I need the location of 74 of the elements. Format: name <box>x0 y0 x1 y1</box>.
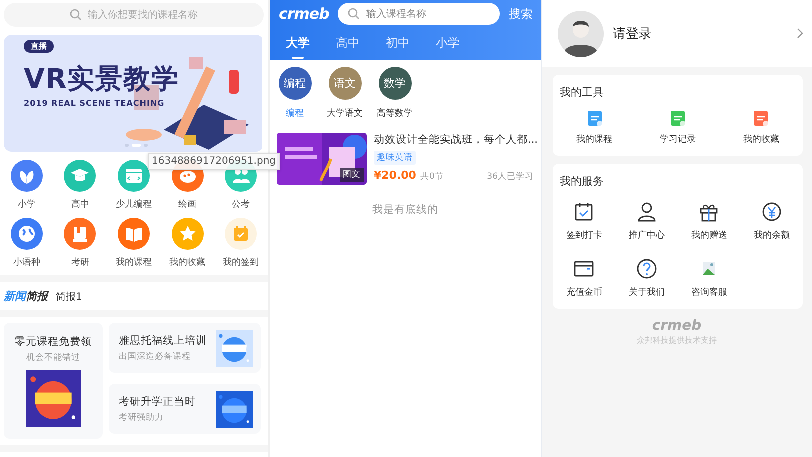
profile-bar[interactable]: 请登录 <box>542 0 812 67</box>
calendar-check-icon[interactable] <box>573 201 596 223</box>
shortcut-label[interactable]: 小学 <box>18 198 36 211</box>
tool-label[interactable]: 学习记录 <box>660 133 696 146</box>
tool-label[interactable]: 我的课程 <box>576 133 613 146</box>
search-icon <box>348 8 360 20</box>
section-title: 我的工具 <box>559 85 605 100</box>
category-label[interactable]: 编程 <box>286 107 304 120</box>
document-icon[interactable] <box>586 110 603 127</box>
shortcut-label[interactable]: 考研 <box>71 256 90 269</box>
search-field[interactable]: 输入课程名称 <box>338 3 500 25</box>
category-label[interactable]: 大学语文 <box>327 107 363 120</box>
service-label[interactable]: 咨询客服 <box>691 286 728 299</box>
shortcut-label[interactable]: 我的签到 <box>223 256 260 269</box>
shortcut-label[interactable]: 绘画 <box>178 198 197 211</box>
notepad-icon[interactable] <box>670 110 686 127</box>
service-label[interactable]: 我的赠送 <box>691 229 728 242</box>
leaf-icon[interactable] <box>10 160 43 192</box>
promo-subtitle: 考研强助力 <box>119 412 165 424</box>
service-label[interactable]: 签到打卡 <box>566 229 602 242</box>
search-placeholder: 输入课程名称 <box>366 8 426 21</box>
question-icon[interactable] <box>636 258 658 280</box>
login-link[interactable]: 请登录 <box>613 24 652 42</box>
lesson-count: 共0节 <box>420 171 444 183</box>
promo-title: 雅思托福线上培训 <box>119 334 207 348</box>
news-text[interactable]: 简报1 <box>56 290 82 304</box>
calendar-icon[interactable] <box>225 218 258 250</box>
banner[interactable]: 直播 VR实景教学 2019 REAL SCENE TEACHING <box>4 35 264 152</box>
graduation-cap-icon[interactable] <box>64 160 96 192</box>
media-badge: 图文 <box>340 168 364 182</box>
promo-title: 零元课程免费领 <box>15 335 92 349</box>
news-logo: 新闻简报 <box>4 289 48 304</box>
service-label[interactable]: 关于我们 <box>628 286 665 299</box>
category-badge[interactable]: 数学 <box>378 67 412 100</box>
learner-count: 36人已学习 <box>487 171 534 183</box>
promo-card[interactable]: 零元课程免费领 机会不能错过 <box>4 323 103 439</box>
shortcut-label[interactable]: 小语种 <box>13 256 40 269</box>
end-note: 我是有底线的 <box>372 204 438 216</box>
tooltip: 1634886917206951.png <box>148 153 280 170</box>
promo-subtitle: 出国深造必备课程 <box>119 350 192 362</box>
tool-label[interactable]: 我的收藏 <box>743 133 780 146</box>
banner-subtitle: 2019 REAL SCENE TEACHING <box>24 99 165 108</box>
yen-coin-icon[interactable] <box>760 201 783 223</box>
promo-subtitle: 机会不能错过 <box>26 352 80 364</box>
logo: crmeb <box>279 5 330 23</box>
live-badge: 直播 <box>24 40 54 53</box>
category-label[interactable]: 高等数学 <box>377 107 413 120</box>
tab[interactable]: 大学 <box>279 31 329 60</box>
avatar <box>558 10 604 56</box>
course-tag: 趣味英语 <box>374 151 416 165</box>
service-label[interactable]: 推广中心 <box>628 229 665 242</box>
shortcut-label[interactable]: 少儿编程 <box>116 198 152 211</box>
course-price: ¥20.00 <box>374 169 416 182</box>
person-icon[interactable] <box>636 201 658 223</box>
book-stack-icon[interactable] <box>64 218 96 250</box>
category-badge[interactable]: 编程 <box>278 67 312 100</box>
search-icon <box>70 9 82 21</box>
footer-logo: crmeb <box>652 318 702 334</box>
shortcut-label[interactable]: 我的课程 <box>116 256 152 269</box>
search-placeholder: 输入你想要找的课程名称 <box>88 8 198 22</box>
service-label[interactable]: 我的余额 <box>754 229 790 242</box>
banner-title: VR实景教学 <box>24 63 180 97</box>
service-label[interactable]: 充值金币 <box>566 286 602 299</box>
shortcut-label[interactable]: 公考 <box>232 198 250 211</box>
shortcut-label[interactable]: 我的收藏 <box>170 256 206 269</box>
shortcut-label[interactable]: 高中 <box>71 198 90 211</box>
promo-title: 考研升学正当时 <box>119 394 196 408</box>
promo-card[interactable]: 考研升学正当时 考研强助力 <box>109 384 261 434</box>
chevron-right-icon <box>797 28 804 39</box>
globe-icon[interactable] <box>10 218 43 250</box>
section-title: 我的服务 <box>559 174 605 189</box>
code-window-icon[interactable] <box>118 160 150 192</box>
open-book-icon[interactable] <box>118 218 150 250</box>
promo-card[interactable]: 雅思托福线上培训 出国深造必备课程 <box>109 323 261 373</box>
